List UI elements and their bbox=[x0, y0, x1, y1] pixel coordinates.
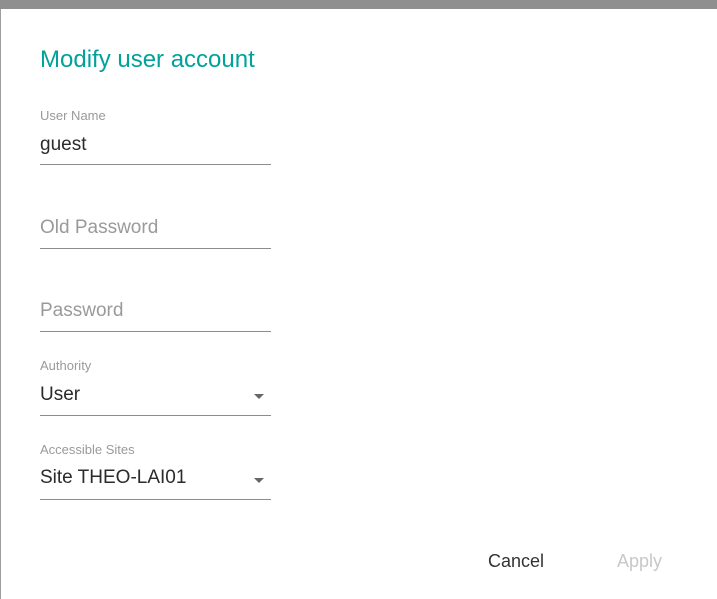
authority-select[interactable]: Authority User bbox=[40, 356, 271, 416]
username-field[interactable]: User Name guest bbox=[40, 106, 271, 166]
username-underline bbox=[40, 164, 271, 165]
old-password-underline bbox=[40, 248, 271, 249]
password-placeholder[interactable]: Password bbox=[40, 300, 123, 322]
accessible-sites-underline bbox=[40, 499, 271, 500]
accessible-sites-label: Accessible Sites bbox=[40, 442, 135, 457]
apply-button[interactable]: Apply bbox=[617, 551, 662, 572]
dialog-title: Modify user account bbox=[40, 46, 255, 73]
cancel-button[interactable]: Cancel bbox=[488, 551, 544, 572]
authority-underline bbox=[40, 415, 271, 416]
password-field[interactable]: Password bbox=[40, 289, 271, 333]
password-underline bbox=[40, 331, 271, 332]
dialog-left-border bbox=[0, 9, 1, 599]
chevron-down-icon[interactable] bbox=[254, 394, 264, 399]
authority-label: Authority bbox=[40, 358, 92, 373]
accessible-sites-select[interactable]: Accessible Sites Site THEO-LAI01 bbox=[40, 440, 271, 500]
old-password-field[interactable]: Old Password bbox=[40, 206, 271, 250]
username-value[interactable]: guest bbox=[40, 134, 86, 156]
username-label: User Name bbox=[40, 108, 106, 123]
accessible-sites-value[interactable]: Site THEO-LAI01 bbox=[40, 467, 186, 489]
dialog-top-border bbox=[0, 0, 717, 9]
modify-user-dialog: Modify user account User Name guest Old … bbox=[0, 0, 717, 599]
authority-value[interactable]: User bbox=[40, 384, 80, 406]
chevron-down-icon[interactable] bbox=[254, 478, 264, 483]
old-password-placeholder[interactable]: Old Password bbox=[40, 217, 158, 239]
